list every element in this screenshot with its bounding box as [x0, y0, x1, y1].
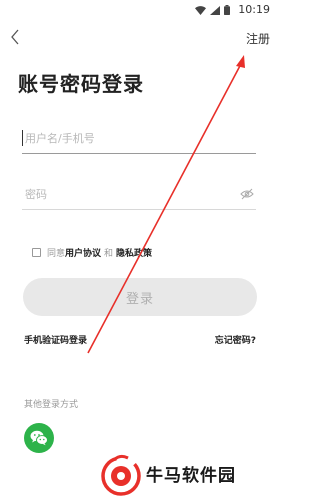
- register-link[interactable]: 注册: [246, 30, 270, 47]
- password-placeholder: 密码: [25, 188, 47, 201]
- privacy-policy-link[interactable]: 隐私政策: [116, 246, 152, 259]
- agreement-checkbox[interactable]: [32, 248, 41, 257]
- agreement-and: 和: [104, 249, 114, 259]
- watermark-text: 牛马软件园: [146, 466, 236, 486]
- password-field[interactable]: 密码: [22, 180, 256, 210]
- sms-login-link[interactable]: 手机验证码登录: [24, 333, 87, 346]
- login-button[interactable]: 登录: [23, 278, 257, 316]
- status-time: 10:19: [238, 3, 270, 16]
- username-field[interactable]: 用户名/手机号: [22, 124, 256, 154]
- signal-icon: [210, 5, 220, 15]
- user-agreement-link[interactable]: 用户协议: [65, 246, 101, 259]
- back-button[interactable]: [4, 26, 26, 48]
- watermark-logo: [101, 454, 141, 496]
- wechat-icon: [30, 430, 48, 446]
- other-login-label: 其他登录方式: [24, 400, 79, 410]
- agreement-prefix: 同意: [47, 249, 66, 259]
- eye-off-icon[interactable]: [240, 188, 254, 200]
- status-icons: [195, 5, 230, 15]
- battery-icon: [224, 5, 230, 15]
- text-cursor: [22, 130, 23, 146]
- wifi-icon: [195, 5, 206, 15]
- back-arrow-icon: [11, 29, 19, 45]
- status-bar: 10:19: [0, 0, 280, 22]
- username-placeholder: 用户名/手机号: [25, 132, 95, 145]
- forgot-password-link[interactable]: 忘记密码?: [215, 333, 256, 346]
- wechat-login-button[interactable]: [24, 423, 54, 453]
- page-title: 账号密码登录: [18, 72, 144, 96]
- agreement-row: 同意 用户协议 和 隐私政策: [32, 246, 152, 259]
